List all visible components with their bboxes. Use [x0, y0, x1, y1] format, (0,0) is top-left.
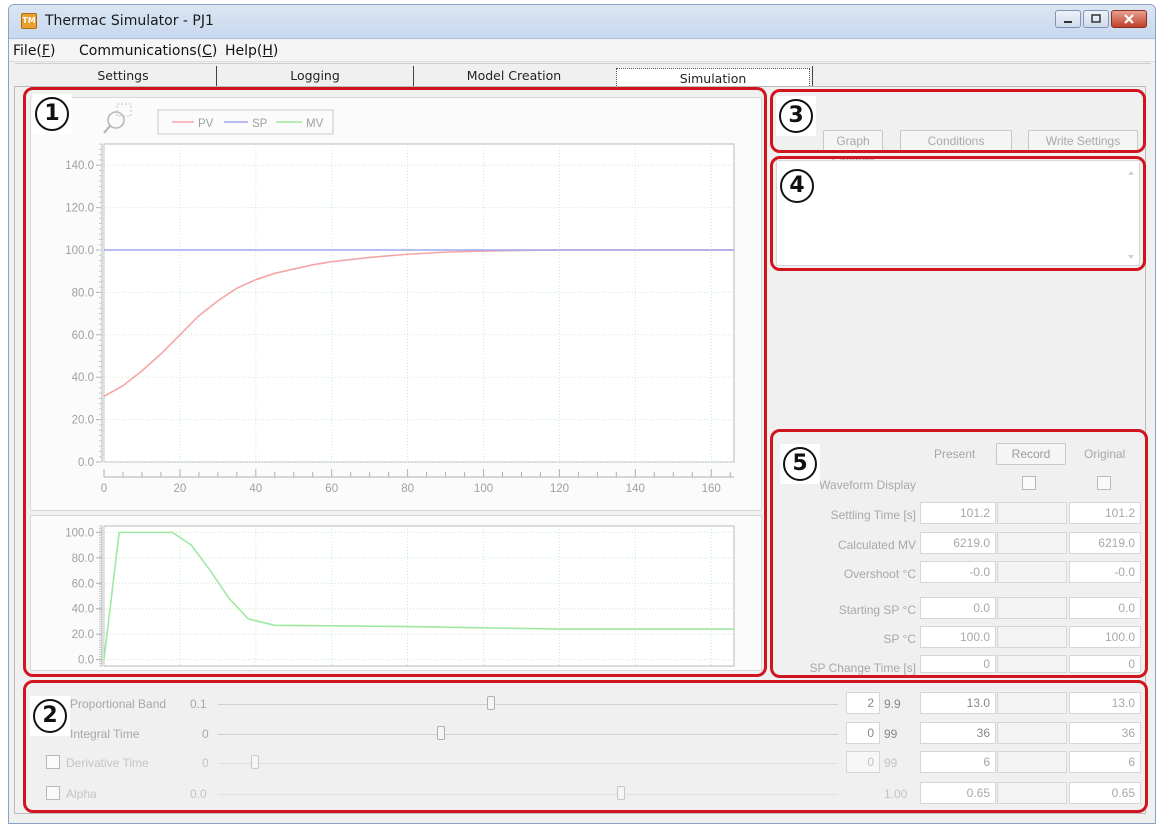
region-4-outline — [770, 156, 1146, 271]
callout-5: 5 — [780, 444, 820, 484]
region-3-outline — [770, 89, 1146, 153]
callout-3: 3 — [776, 96, 816, 136]
callout-1: 1 — [32, 94, 72, 134]
region-2-outline — [23, 680, 1148, 813]
callout-2: 2 — [30, 696, 70, 736]
region-5-outline — [770, 429, 1148, 678]
callout-4: 4 — [777, 166, 817, 206]
region-1-outline — [23, 87, 767, 677]
